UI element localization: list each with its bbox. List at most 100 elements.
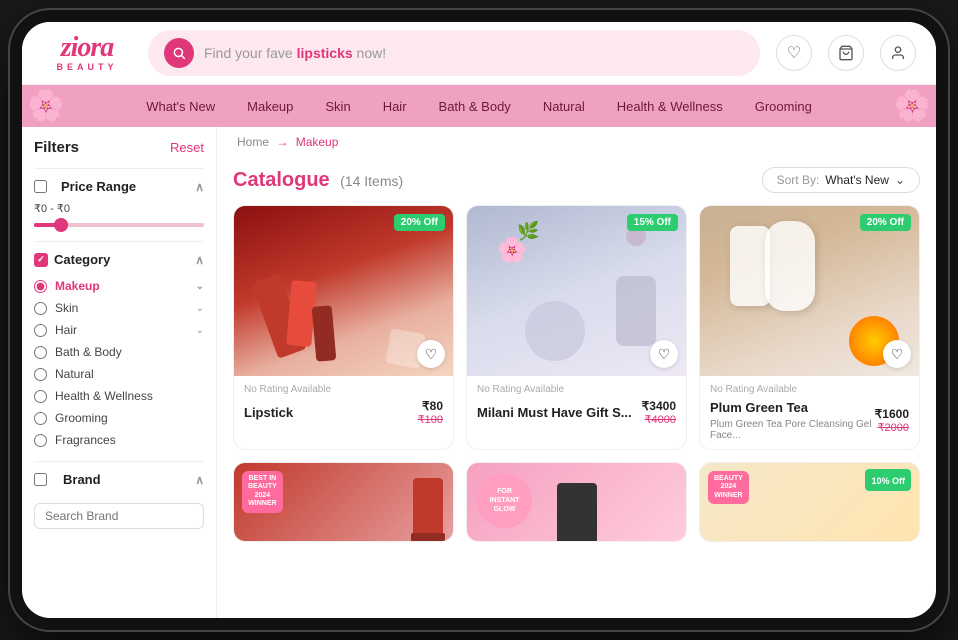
product-name-2: Milani Must Have Gift S... — [477, 405, 632, 420]
product-card-2[interactable]: 🌸 🌿 15% Off ♡ No Rating Available Milani… — [466, 205, 687, 450]
search-placeholder: Find your fave lipsticks now! — [204, 45, 386, 61]
category-item-hair[interactable]: Hair ⌄ — [34, 319, 204, 341]
product-card-6[interactable]: 10% Off BEAUTY2024WINNER — [699, 462, 920, 542]
category-filter: ✓ Category ∧ Makeup ⌄ Skin — [34, 241, 204, 461]
product-card-4[interactable]: BEST INBEAUTY2024WINNER — [233, 462, 454, 542]
header-icons: ♡ — [776, 35, 916, 71]
product-card-1[interactable]: 20% Off ♡ No Rating Available Lipstick ₹… — [233, 205, 454, 450]
content-area: Home → Makeup Catalogue (14 Items) Sort … — [217, 127, 936, 618]
product-rating-3: No Rating Available — [710, 384, 909, 395]
brand-filter-label[interactable]: Brand ∧ — [34, 472, 204, 487]
search-bar[interactable]: Find your fave lipsticks now! — [148, 30, 760, 76]
product-image-2: 🌸 🌿 15% Off ♡ — [467, 206, 686, 376]
category-item-natural[interactable]: Natural — [34, 363, 204, 385]
brand-checkbox[interactable] — [34, 473, 47, 486]
product-card-5[interactable]: FORINSTANTGLOW — [466, 462, 687, 542]
expand-makeup-icon: ⌄ — [196, 281, 204, 292]
price-range-text: ₹0 - ₹0 — [34, 202, 70, 215]
breadcrumb-current: Makeup — [296, 135, 339, 149]
product-card-3[interactable]: 20% Off ♡ No Rating Available Plum Green… — [699, 205, 920, 450]
sidebar-header: Filters Reset — [34, 139, 204, 156]
nav-item-skin[interactable]: Skin — [309, 87, 366, 126]
product-info-1: No Rating Available Lipstick ₹80 ₹100 — [234, 376, 453, 434]
sort-dropdown[interactable]: Sort By: What's New ⌄ — [762, 167, 920, 193]
nav-item-health-wellness[interactable]: Health & Wellness — [601, 87, 739, 126]
breadcrumb-home[interactable]: Home — [237, 135, 269, 149]
nav-item-makeup[interactable]: Makeup — [231, 87, 309, 126]
breadcrumb-separator: → — [276, 135, 288, 149]
wishlist-button-3[interactable]: ♡ — [883, 340, 911, 368]
price-current-3: ₹1600 — [875, 407, 909, 421]
category-radio-grooming[interactable] — [34, 412, 47, 425]
product-name-1: Lipstick — [244, 405, 293, 420]
product-badge-3: 20% Off — [860, 214, 911, 231]
product-info-3: No Rating Available Plum Green Tea Plum … — [700, 376, 919, 449]
wishlist-button-1[interactable]: ♡ — [417, 340, 445, 368]
logo[interactable]: ziora BEAUTY — [42, 34, 132, 72]
product-name-price-3: Plum Green Tea Plum Green Tea Pore Clean… — [710, 399, 909, 441]
account-icon[interactable] — [880, 35, 916, 71]
product-name-3: Plum Green Tea — [710, 400, 808, 415]
catalogue-area: Catalogue (14 Items) Sort By: What's New… — [217, 157, 936, 618]
category-filter-label[interactable]: ✓ Category ∧ — [34, 252, 204, 267]
category-radio-health[interactable] — [34, 390, 47, 403]
price-current-1: ₹80 — [422, 399, 443, 413]
expand-hair-icon: ⌄ — [196, 325, 204, 336]
catalogue-header: Catalogue (14 Items) Sort By: What's New… — [233, 167, 920, 193]
nav-item-grooming[interactable]: Grooming — [739, 87, 828, 126]
wishlist-button-2[interactable]: ♡ — [650, 340, 678, 368]
price-original-3: ₹2000 — [878, 421, 909, 434]
wishlist-icon[interactable]: ♡ — [776, 35, 812, 71]
brand-checkbox-label: Brand — [34, 472, 101, 487]
price-slider-thumb[interactable] — [54, 218, 68, 232]
nav-item-hair[interactable]: Hair — [367, 87, 423, 126]
category-radio-fragrances[interactable] — [34, 434, 47, 447]
price-original-1: ₹100 — [418, 413, 443, 426]
nav-item-natural[interactable]: Natural — [527, 87, 601, 126]
brand-chevron-icon: ∧ — [195, 473, 204, 487]
category-radio-makeup[interactable] — [34, 280, 47, 293]
nav-item-whats-new[interactable]: What's New — [130, 87, 231, 126]
sort-value: What's New — [825, 173, 889, 187]
price-checkbox[interactable] — [34, 180, 47, 193]
sidebar: Filters Reset Price Range ∧ ₹0 - ₹0 — [22, 127, 217, 618]
cart-icon[interactable] — [828, 35, 864, 71]
price-filter-label[interactable]: Price Range ∧ — [34, 179, 204, 194]
product-grid-row2: BEST INBEAUTY2024WINNER FORINSTANTGLOW — [233, 462, 920, 542]
search-highlight: lipsticks — [297, 45, 353, 61]
breadcrumb: Home → Makeup — [217, 127, 936, 157]
discount-badge-6: 10% Off — [865, 469, 911, 491]
brand-search-input[interactable] — [34, 503, 204, 529]
category-item-health[interactable]: Health & Wellness — [34, 385, 204, 407]
price-chevron-icon: ∧ — [195, 180, 204, 194]
logo-sub: BEAUTY — [56, 62, 117, 72]
category-item-bath-body[interactable]: Bath & Body — [34, 341, 204, 363]
flower-left-decoration: 🌸 — [27, 89, 64, 124]
search-button[interactable] — [164, 38, 194, 68]
category-radio-bath-body[interactable] — [34, 346, 47, 359]
price-current-2: ₹3400 — [642, 399, 676, 413]
sort-chevron-icon: ⌄ — [895, 173, 905, 187]
category-radio-hair[interactable] — [34, 324, 47, 337]
product-badge-2: 15% Off — [627, 214, 678, 231]
product-name-price-2: Milani Must Have Gift S... ₹3400 ₹4000 — [477, 399, 676, 426]
price-group-3: ₹1600 ₹2000 — [875, 407, 909, 434]
category-item-fragrances[interactable]: Fragrances — [34, 429, 204, 451]
category-radio-natural[interactable] — [34, 368, 47, 381]
price-slider-container[interactable] — [34, 223, 204, 227]
reset-button[interactable]: Reset — [170, 140, 204, 155]
price-slider-track — [34, 223, 204, 227]
category-item-makeup[interactable]: Makeup ⌄ — [34, 275, 204, 297]
catalogue-title-group: Catalogue (14 Items) — [233, 169, 403, 192]
nav-item-bath-body[interactable]: Bath & Body — [423, 87, 527, 126]
product-image-1: 20% Off ♡ — [234, 206, 453, 376]
nav-bar: 🌸 What's New Makeup Skin Hair Bath & Bod… — [22, 85, 936, 127]
filters-title: Filters — [34, 139, 79, 156]
logo-text: ziora — [61, 34, 114, 62]
award-badge-3: BEAUTY2024WINNER — [708, 471, 749, 504]
category-item-grooming[interactable]: Grooming — [34, 407, 204, 429]
catalogue-title: Catalogue — [233, 169, 330, 191]
category-radio-skin[interactable] — [34, 302, 47, 315]
category-item-skin[interactable]: Skin ⌄ — [34, 297, 204, 319]
product-desc-3: Plum Green Tea Pore Cleansing Gel Face..… — [710, 419, 875, 441]
